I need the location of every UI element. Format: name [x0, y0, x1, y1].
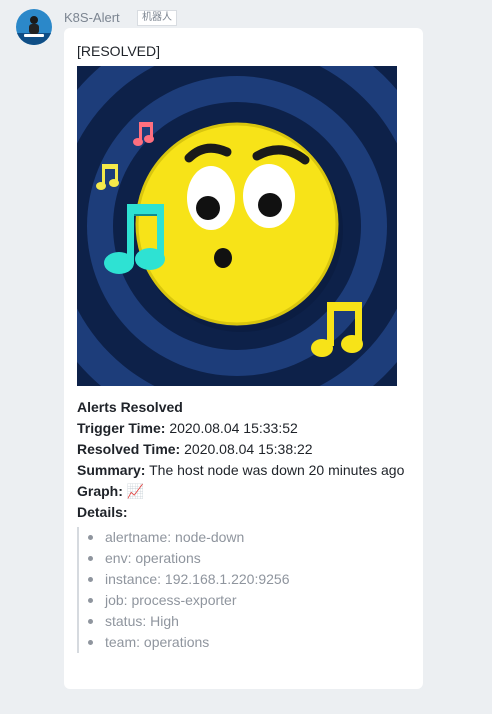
- details-list: alertname: node-down env: operations ins…: [77, 527, 411, 653]
- alert-content: Alerts Resolved Trigger Time: 2020.08.04…: [77, 397, 411, 653]
- trigger-time-row: Trigger Time: 2020.08.04 15:33:52: [77, 420, 298, 436]
- list-item: instance: 192.168.1.220:9256: [88, 569, 411, 590]
- list-item: status: High: [88, 611, 411, 632]
- singing-emoji-image[interactable]: [77, 66, 397, 386]
- list-item: env: operations: [88, 548, 411, 569]
- message-bubble: [RESOLVED] Alerts Resolved Trigger Time:…: [64, 28, 423, 689]
- bot-tag: 机器人: [137, 10, 177, 26]
- chat-panel: K8S-Alert 机器人 [RESOLVED] Alerts Resolved…: [0, 0, 492, 714]
- alert-heading: Alerts Resolved: [77, 399, 183, 415]
- list-item: job: process-exporter: [88, 590, 411, 611]
- avatar-icon: [16, 9, 52, 45]
- sender-avatar[interactable]: [16, 9, 52, 45]
- details-label: Details:: [77, 504, 128, 520]
- status-line: [RESOLVED]: [77, 43, 160, 59]
- singing-emoji-icon: [77, 66, 397, 386]
- list-item: team: operations: [88, 632, 411, 653]
- graph-row: Graph: 📈: [77, 483, 145, 499]
- resolved-time-row: Resolved Time: 2020.08.04 15:38:22: [77, 441, 313, 457]
- chart-icon[interactable]: 📈: [123, 483, 144, 499]
- sender-name[interactable]: K8S-Alert: [64, 10, 120, 25]
- list-item: alertname: node-down: [88, 527, 411, 548]
- summary-row: Summary: The host node was down 20 minut…: [77, 462, 405, 478]
